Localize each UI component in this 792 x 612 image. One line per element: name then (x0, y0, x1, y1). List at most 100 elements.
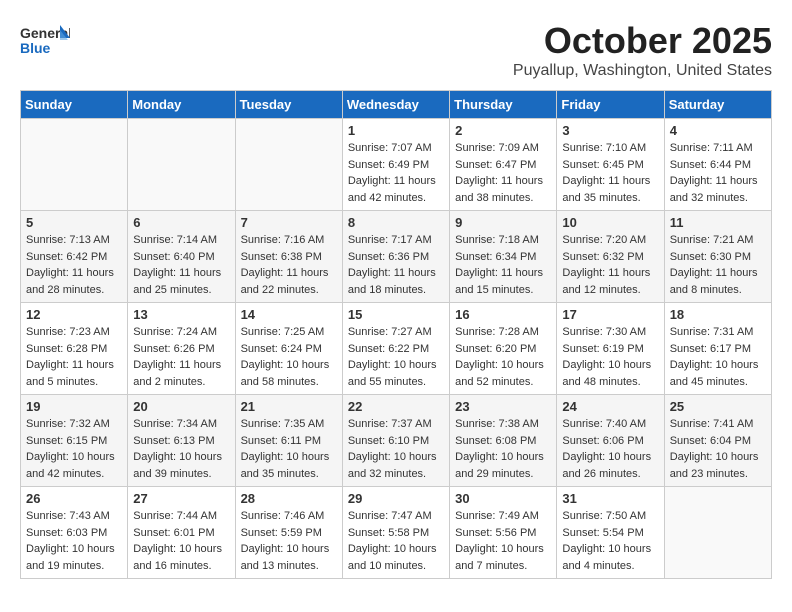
day-info-line: Daylight: 11 hours and 12 minutes. (562, 265, 658, 298)
table-row (664, 487, 771, 579)
table-row: 6 Sunrise: 7:14 AMSunset: 6:40 PMDaylight… (128, 211, 235, 303)
day-info: Sunrise: 7:24 AMSunset: 6:26 PMDaylight:… (133, 324, 229, 390)
day-info-line: Sunset: 6:30 PM (670, 249, 766, 266)
calendar-week-4: 19Sunrise: 7:32 AMSunset: 6:15 PMDayligh… (21, 395, 772, 487)
table-row: 17Sunrise: 7:30 AMSunset: 6:19 PMDayligh… (557, 303, 664, 395)
day-info-line: Daylight: 10 hours and 39 minutes. (133, 449, 229, 482)
day-info-line: Daylight: 11 hours and 38 minutes. (455, 173, 551, 206)
table-row: 20Sunrise: 7:34 AMSunset: 6:13 PMDayligh… (128, 395, 235, 487)
table-row: 31 Sunrise: 7:50 AMSunset: 5:54 PMDayligh… (557, 487, 664, 579)
day-number: 2 (455, 123, 551, 138)
day-info-line: Sunset: 6:24 PM (241, 341, 337, 358)
day-info-line: Sunset: 5:59 PM (241, 525, 337, 542)
day-info-line: Sunrise: 7:24 AM (133, 324, 229, 341)
day-info-line: Sunset: 6:01 PM (133, 525, 229, 542)
day-info-line: Sunset: 6:49 PM (348, 157, 444, 174)
day-number: 6 (133, 215, 229, 230)
day-number: 21 (241, 399, 337, 414)
day-info-line: Sunrise: 7:14 AM (133, 232, 229, 249)
day-info: Sunrise: 7:17 AMSunset: 6:36 PMDaylight:… (348, 232, 444, 298)
day-info-line: Sunset: 6:36 PM (348, 249, 444, 266)
table-row: 15Sunrise: 7:27 AMSunset: 6:22 PMDayligh… (342, 303, 449, 395)
table-row (21, 119, 128, 211)
day-info-line: Sunset: 6:32 PM (562, 249, 658, 266)
day-info-line: Daylight: 10 hours and 48 minutes. (562, 357, 658, 390)
day-info-line: Sunset: 6:40 PM (133, 249, 229, 266)
day-info-line: Daylight: 11 hours and 35 minutes. (562, 173, 658, 206)
table-row: 14Sunrise: 7:25 AMSunset: 6:24 PMDayligh… (235, 303, 342, 395)
day-info-line: Daylight: 11 hours and 28 minutes. (26, 265, 122, 298)
day-number: 28 (241, 491, 337, 506)
day-info: Sunrise: 7:50 AMSunset: 5:54 PMDaylight:… (562, 508, 658, 574)
day-info-line: Sunset: 6:04 PM (670, 433, 766, 450)
day-number: 4 (670, 123, 766, 138)
day-info-line: Sunset: 6:03 PM (26, 525, 122, 542)
day-info-line: Sunset: 6:20 PM (455, 341, 551, 358)
col-tuesday: Tuesday (235, 91, 342, 119)
day-info: Sunrise: 7:11 AMSunset: 6:44 PMDaylight:… (670, 140, 766, 206)
day-info: Sunrise: 7:49 AMSunset: 5:56 PMDaylight:… (455, 508, 551, 574)
calendar-table: Sunday Monday Tuesday Wednesday Thursday… (20, 90, 772, 579)
day-number: 13 (133, 307, 229, 322)
day-info: Sunrise: 7:46 AMSunset: 5:59 PMDaylight:… (241, 508, 337, 574)
day-info: Sunrise: 7:07 AMSunset: 6:49 PMDaylight:… (348, 140, 444, 206)
logo-graphic: General Blue (20, 20, 70, 70)
day-info: Sunrise: 7:14 AMSunset: 6:40 PMDaylight:… (133, 232, 229, 298)
table-row: 18Sunrise: 7:31 AMSunset: 6:17 PMDayligh… (664, 303, 771, 395)
day-info: Sunrise: 7:41 AMSunset: 6:04 PMDaylight:… (670, 416, 766, 482)
day-number: 8 (348, 215, 444, 230)
day-number: 7 (241, 215, 337, 230)
day-info-line: Sunrise: 7:44 AM (133, 508, 229, 525)
day-info: Sunrise: 7:21 AMSunset: 6:30 PMDaylight:… (670, 232, 766, 298)
day-info-line: Sunrise: 7:27 AM (348, 324, 444, 341)
day-info-line: Sunset: 6:13 PM (133, 433, 229, 450)
day-number: 31 (562, 491, 658, 506)
table-row: 23Sunrise: 7:38 AMSunset: 6:08 PMDayligh… (450, 395, 557, 487)
day-info: Sunrise: 7:40 AMSunset: 6:06 PMDaylight:… (562, 416, 658, 482)
day-number: 24 (562, 399, 658, 414)
day-info-line: Daylight: 10 hours and 13 minutes. (241, 541, 337, 574)
day-info: Sunrise: 7:47 AMSunset: 5:58 PMDaylight:… (348, 508, 444, 574)
day-info: Sunrise: 7:25 AMSunset: 6:24 PMDaylight:… (241, 324, 337, 390)
day-info-line: Sunset: 6:38 PM (241, 249, 337, 266)
day-info: Sunrise: 7:27 AMSunset: 6:22 PMDaylight:… (348, 324, 444, 390)
day-info: Sunrise: 7:10 AMSunset: 6:45 PMDaylight:… (562, 140, 658, 206)
day-number: 30 (455, 491, 551, 506)
col-saturday: Saturday (664, 91, 771, 119)
day-number: 1 (348, 123, 444, 138)
day-info-line: Daylight: 11 hours and 5 minutes. (26, 357, 122, 390)
day-info: Sunrise: 7:38 AMSunset: 6:08 PMDaylight:… (455, 416, 551, 482)
day-info-line: Daylight: 11 hours and 22 minutes. (241, 265, 337, 298)
day-number: 19 (26, 399, 122, 414)
day-info-line: Daylight: 10 hours and 19 minutes. (26, 541, 122, 574)
day-number: 17 (562, 307, 658, 322)
table-row: 11Sunrise: 7:21 AMSunset: 6:30 PMDayligh… (664, 211, 771, 303)
day-info: Sunrise: 7:35 AMSunset: 6:11 PMDaylight:… (241, 416, 337, 482)
day-info-line: Daylight: 10 hours and 7 minutes. (455, 541, 551, 574)
day-info-line: Sunrise: 7:31 AM (670, 324, 766, 341)
day-number: 10 (562, 215, 658, 230)
table-row: 9Sunrise: 7:18 AMSunset: 6:34 PMDaylight… (450, 211, 557, 303)
day-info-line: Sunset: 6:45 PM (562, 157, 658, 174)
day-info: Sunrise: 7:37 AMSunset: 6:10 PMDaylight:… (348, 416, 444, 482)
day-info-line: Daylight: 11 hours and 42 minutes. (348, 173, 444, 206)
day-info-line: Daylight: 10 hours and 45 minutes. (670, 357, 766, 390)
day-info: Sunrise: 7:44 AMSunset: 6:01 PMDaylight:… (133, 508, 229, 574)
day-info-line: Sunrise: 7:16 AM (241, 232, 337, 249)
day-info-line: Sunrise: 7:50 AM (562, 508, 658, 525)
day-info-line: Sunrise: 7:34 AM (133, 416, 229, 433)
table-row: 28 Sunrise: 7:46 AMSunset: 5:59 PMDayligh… (235, 487, 342, 579)
day-info-line: Sunrise: 7:21 AM (670, 232, 766, 249)
day-info-line: Sunset: 6:15 PM (26, 433, 122, 450)
day-info-line: Sunset: 6:47 PM (455, 157, 551, 174)
day-info-line: Daylight: 10 hours and 42 minutes. (26, 449, 122, 482)
col-thursday: Thursday (450, 91, 557, 119)
day-info-line: Daylight: 10 hours and 58 minutes. (241, 357, 337, 390)
table-row: 3Sunrise: 7:10 AMSunset: 6:45 PMDaylight… (557, 119, 664, 211)
title-area: October 2025 Puyallup, Washington, Unite… (513, 20, 772, 80)
day-info-line: Sunset: 6:34 PM (455, 249, 551, 266)
day-info-line: Daylight: 10 hours and 23 minutes. (670, 449, 766, 482)
day-info-line: Sunrise: 7:32 AM (26, 416, 122, 433)
day-info-line: Sunrise: 7:40 AM (562, 416, 658, 433)
day-info-line: Daylight: 10 hours and 10 minutes. (348, 541, 444, 574)
